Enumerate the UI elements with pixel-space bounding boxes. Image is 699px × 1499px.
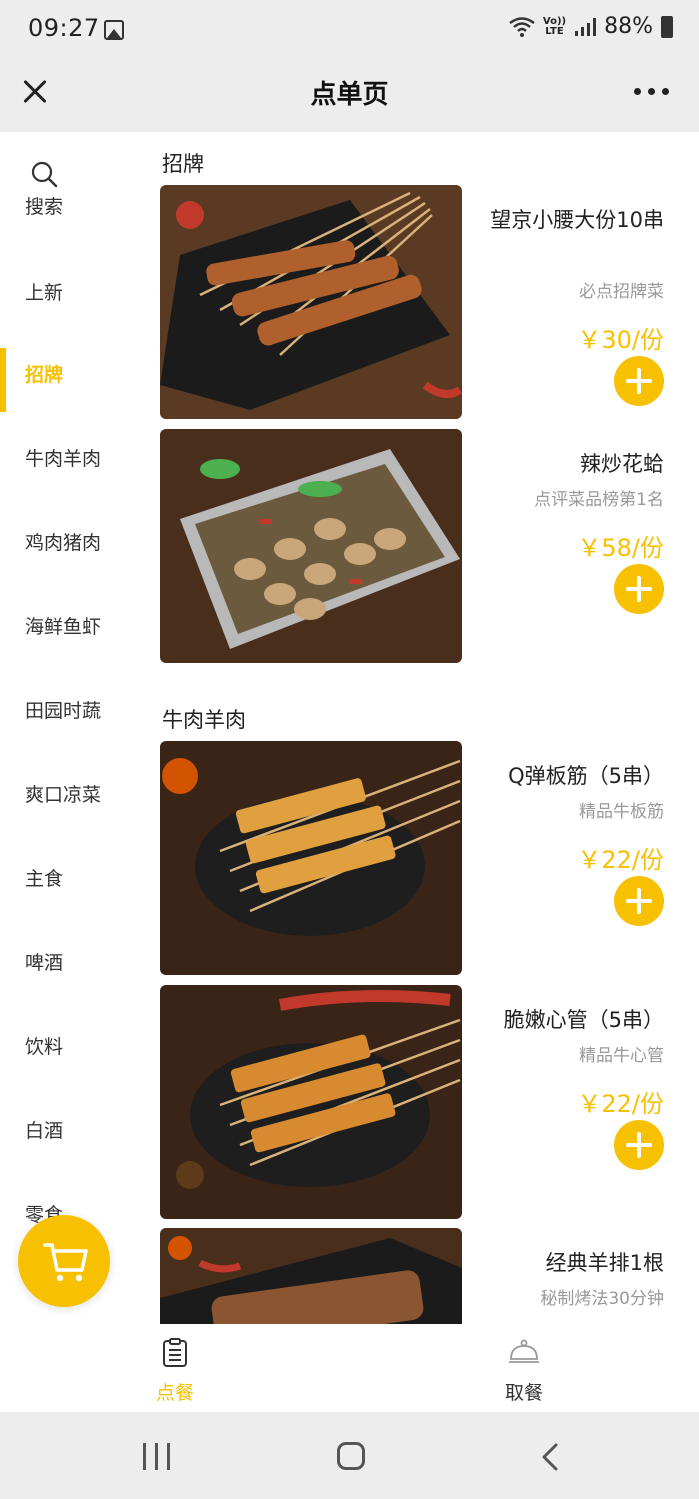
status-time: 09:27 xyxy=(28,14,100,42)
sidebar-item-label: 啤酒 xyxy=(25,952,64,974)
menu-content: 招牌 望京小腰大份10串 必点招牌菜 ￥30/份 辣炒花蛤 点评菜品榜第1名 ￥… xyxy=(150,132,699,1324)
recent-apps-line-icon xyxy=(167,1443,170,1470)
section-title: 招牌 xyxy=(162,152,204,176)
wifi-icon xyxy=(509,16,535,37)
status-indicators: Vo)) LTE 88% xyxy=(509,14,673,39)
tab-label: 点餐 xyxy=(155,1382,194,1404)
dish-name: Q弹板筋（5串） xyxy=(508,764,664,788)
sidebar-item-label: 鸡肉猪肉 xyxy=(25,532,102,554)
tab-label: 取餐 xyxy=(504,1382,543,1404)
sidebar-item-seafood[interactable]: 海鲜鱼虾 xyxy=(0,582,150,666)
dish-description: 秘制烤法30分钟 xyxy=(540,1289,664,1309)
battery-percent: 88% xyxy=(604,14,653,39)
dish-price: ￥30/份 xyxy=(577,326,664,354)
add-to-cart-button[interactable] xyxy=(614,564,664,614)
dish-photo xyxy=(160,741,462,975)
dish-name: 望京小腰大份10串 xyxy=(490,208,664,232)
sidebar-item-chicken-pork[interactable]: 鸡肉猪肉 xyxy=(0,498,150,582)
recent-apps-line-icon xyxy=(155,1443,158,1470)
sidebar-item-cold-dishes[interactable]: 爽口凉菜 xyxy=(0,750,150,834)
more-options-button[interactable] xyxy=(634,88,669,95)
search-icon xyxy=(31,161,58,188)
volte-icon: Vo)) LTE xyxy=(542,15,567,37)
sidebar-item-label: 饮料 xyxy=(25,1036,64,1058)
cart-button[interactable] xyxy=(18,1215,110,1307)
dish-name: 脆嫩心管（5串） xyxy=(503,1008,664,1032)
sidebar-item-beef-lamb[interactable]: 牛肉羊肉 xyxy=(0,414,150,498)
tab-order[interactable]: 点餐 xyxy=(115,1324,235,1412)
sidebar-item-drinks[interactable]: 饮料 xyxy=(0,1002,150,1086)
sidebar-item-label: 搜索 xyxy=(25,196,64,218)
system-navigation-bar xyxy=(0,1412,699,1499)
gallery-notification-icon xyxy=(104,20,124,40)
sidebar-item-label: 招牌 xyxy=(25,364,64,386)
sidebar-item-label: 爽口凉菜 xyxy=(25,784,102,806)
bottom-tab-bar: 点餐 取餐 xyxy=(0,1324,699,1412)
more-dot-icon xyxy=(648,88,655,95)
dish-name: 辣炒花蛤 xyxy=(580,452,664,476)
signal-icon xyxy=(575,17,597,36)
back-button[interactable] xyxy=(540,1443,560,1471)
dish-card[interactable]: 望京小腰大份10串 必点招牌菜 ￥30/份 xyxy=(160,185,680,419)
status-bar: 09:27 Vo)) LTE 88% xyxy=(0,0,699,62)
tab-pickup[interactable]: 取餐 xyxy=(464,1324,584,1412)
sidebar-item-vegetables[interactable]: 田园时蔬 xyxy=(0,666,150,750)
order-list-icon xyxy=(163,1338,187,1367)
dish-photo xyxy=(160,985,462,1219)
dish-card[interactable]: Q弹板筋（5串） 精品牛板筋 ￥22/份 xyxy=(160,741,680,975)
sidebar-item-staples[interactable]: 主食 xyxy=(0,834,150,918)
more-dot-icon xyxy=(662,88,669,95)
sidebar-item-signature[interactable]: 招牌 xyxy=(0,330,150,414)
top-bar: 点单页 xyxy=(0,62,699,132)
section-title: 牛肉羊肉 xyxy=(162,708,246,732)
recent-apps-button[interactable] xyxy=(143,1443,170,1470)
dish-photo xyxy=(160,185,462,419)
dish-photo xyxy=(160,1228,462,1324)
dish-price: ￥22/份 xyxy=(577,846,664,874)
sidebar-item-beer[interactable]: 啤酒 xyxy=(0,918,150,1002)
page-title: 点单页 xyxy=(310,80,389,110)
sidebar-item-label: 田园时蔬 xyxy=(25,700,102,722)
recent-apps-line-icon xyxy=(143,1443,146,1470)
dish-description: 点评菜品榜第1名 xyxy=(534,490,664,510)
dish-card[interactable]: 脆嫩心管（5串） 精品牛心管 ￥22/份 xyxy=(160,985,680,1219)
add-to-cart-button[interactable] xyxy=(614,876,664,926)
home-button[interactable] xyxy=(337,1442,365,1470)
dish-card[interactable]: 经典羊排1根 秘制烤法30分钟 xyxy=(160,1228,680,1324)
dish-price: ￥22/份 xyxy=(577,1090,664,1118)
dish-price: ￥58/份 xyxy=(577,534,664,562)
dish-photo xyxy=(160,429,462,663)
dish-description: 必点招牌菜 xyxy=(579,282,664,302)
add-to-cart-button[interactable] xyxy=(614,356,664,406)
sidebar-item-search[interactable]: 搜索 xyxy=(0,132,150,218)
dish-name: 经典羊排1根 xyxy=(545,1251,664,1275)
battery-icon xyxy=(661,15,673,38)
dish-description: 精品牛板筋 xyxy=(579,802,664,822)
category-sidebar: 搜索 上新 招牌 牛肉羊肉 鸡肉猪肉 海鲜鱼虾 田园时蔬 爽口凉菜 主食 啤酒 … xyxy=(0,132,150,1324)
active-indicator xyxy=(0,348,6,412)
sidebar-item-label: 白酒 xyxy=(25,1120,64,1142)
add-to-cart-button[interactable] xyxy=(614,1120,664,1170)
sidebar-item-label: 上新 xyxy=(25,282,64,304)
sidebar-item-label: 主食 xyxy=(25,868,64,890)
cloche-icon xyxy=(509,1339,539,1363)
cart-icon xyxy=(43,1243,88,1282)
dish-description: 精品牛心管 xyxy=(579,1046,664,1066)
dish-card[interactable]: 辣炒花蛤 点评菜品榜第1名 ￥58/份 xyxy=(160,429,680,663)
sidebar-item-label: 海鲜鱼虾 xyxy=(25,616,102,638)
sidebar-item-liquor[interactable]: 白酒 xyxy=(0,1086,150,1170)
more-dot-icon xyxy=(634,88,641,95)
sidebar-item-label: 牛肉羊肉 xyxy=(25,448,102,470)
